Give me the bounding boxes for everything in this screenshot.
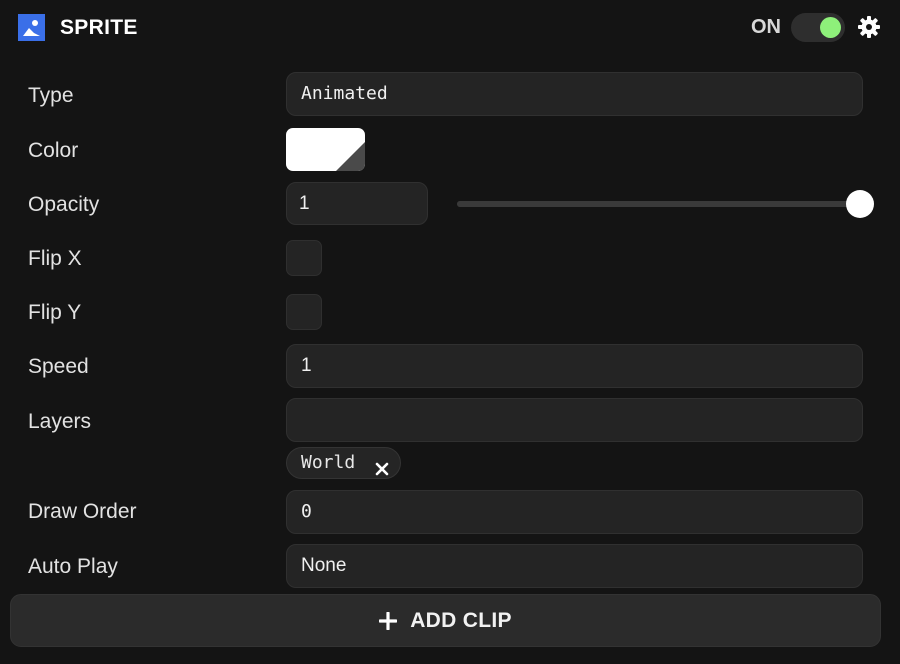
image-icon <box>18 14 45 41</box>
flip-x-checkbox[interactable] <box>286 240 322 276</box>
close-icon[interactable] <box>375 456 389 476</box>
add-clip-label: ADD CLIP <box>410 608 512 632</box>
toggle-knob <box>820 17 841 38</box>
flip-y-label: Flip Y <box>28 301 82 324</box>
flip-y-checkbox[interactable] <box>286 294 322 330</box>
layers-input[interactable] <box>286 398 863 442</box>
draw-order-input[interactable]: 0 <box>286 490 863 534</box>
panel-title: SPRITE <box>60 16 138 39</box>
opacity-slider-thumb[interactable] <box>846 190 874 218</box>
opacity-slider-track[interactable] <box>457 201 862 207</box>
auto-play-label: Auto Play <box>28 555 118 578</box>
opacity-slider-fill <box>457 201 862 207</box>
opacity-label: Opacity <box>28 193 100 216</box>
add-clip-button[interactable]: ADD CLIP <box>10 594 881 647</box>
gear-icon[interactable] <box>857 15 881 39</box>
type-select[interactable]: Animated <box>286 72 863 116</box>
toggle-label: ON <box>751 16 781 38</box>
sprite-inspector-panel: SPRITE ON Type Animated Color Opacity 1 … <box>0 0 900 664</box>
panel-header: SPRITE ON <box>0 0 900 54</box>
draw-order-label: Draw Order <box>28 500 137 523</box>
type-label: Type <box>28 84 74 107</box>
speed-input[interactable]: 1 <box>286 344 863 388</box>
opacity-input[interactable]: 1 <box>286 182 428 225</box>
enabled-toggle[interactable] <box>791 13 845 42</box>
color-label: Color <box>28 139 79 162</box>
layer-chip-label: World <box>301 452 356 473</box>
color-swatch[interactable] <box>286 128 365 171</box>
speed-label: Speed <box>28 355 89 378</box>
layer-chip-world: World <box>286 447 401 479</box>
plus-icon <box>378 610 398 631</box>
layers-label: Layers <box>28 410 92 433</box>
auto-play-select[interactable]: None <box>286 544 863 588</box>
flip-x-label: Flip X <box>28 247 82 270</box>
